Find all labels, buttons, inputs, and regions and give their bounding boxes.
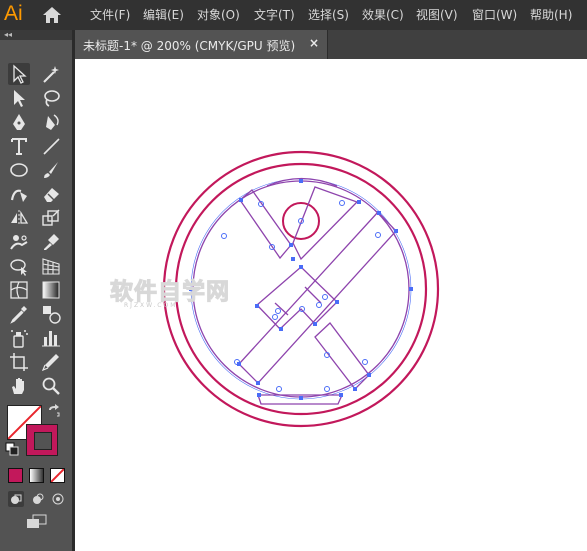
pen-tool-icon[interactable] — [8, 111, 30, 133]
line-segment-tool-icon[interactable] — [40, 135, 62, 157]
zoom-tool-icon[interactable] — [40, 375, 62, 397]
puppet-warp-tool-icon[interactable] — [8, 231, 30, 253]
document-tab-title: 未标题-1* @ 200% (CMYK/GPU 预览) — [83, 39, 296, 53]
lasso-tool-icon[interactable] — [40, 87, 62, 109]
app-logo: Ai — [4, 2, 23, 25]
default-fill-stroke-icon[interactable] — [5, 442, 19, 456]
menu-edit[interactable]: 编辑(E) — [143, 6, 184, 24]
ellipse-tool-icon[interactable] — [8, 159, 30, 181]
scale-tool-icon[interactable] — [40, 207, 62, 229]
hand-tool-icon[interactable] — [8, 375, 30, 397]
swap-fill-stroke-icon[interactable] — [46, 404, 62, 420]
slice-tool-icon[interactable] — [40, 351, 62, 373]
direct-selection-tool-icon[interactable] — [8, 87, 30, 109]
gradient-mode-button[interactable] — [29, 468, 44, 483]
type-tool-icon[interactable] — [8, 135, 30, 157]
reflect-tool-icon[interactable] — [8, 207, 30, 229]
selection-tool-icon[interactable] — [8, 63, 30, 85]
gradient-tool-icon[interactable] — [40, 279, 62, 301]
artboard-tool-icon[interactable] — [8, 351, 30, 373]
stroke-swatch[interactable] — [26, 424, 58, 456]
eyedropper-tool-icon[interactable] — [8, 303, 30, 325]
color-mode-button[interactable] — [8, 468, 23, 483]
menu-bar: Ai 文件(F) 编辑(E) 对象(O) 文字(T) 选择(S) 效果(C) 视… — [0, 0, 587, 30]
mesh-tool-icon[interactable] — [8, 279, 30, 301]
watermark-text: 软件自学网 — [110, 279, 230, 306]
shaper-tool-icon[interactable] — [8, 183, 30, 205]
draw-inside-icon[interactable] — [50, 491, 66, 507]
magic-wand-tool-icon[interactable] — [40, 63, 62, 85]
home-icon[interactable] — [42, 5, 62, 25]
menu-view[interactable]: 视图(V) — [416, 6, 458, 24]
menu-window[interactable]: 窗口(W) — [472, 6, 517, 24]
menu-file[interactable]: 文件(F) — [90, 6, 130, 24]
draw-normal-icon[interactable] — [8, 491, 24, 507]
draw-behind-icon[interactable] — [29, 491, 45, 507]
eraser-tool-icon[interactable] — [40, 183, 62, 205]
menu-select[interactable]: 选择(S) — [308, 6, 349, 24]
menu-type[interactable]: 文字(T) — [254, 6, 295, 24]
menu-effect[interactable]: 效果(C) — [362, 6, 404, 24]
paintbrush-tool-icon[interactable] — [40, 159, 62, 181]
shape-builder-tool-icon[interactable] — [8, 255, 30, 277]
screen-mode-icon[interactable] — [26, 514, 48, 530]
document-tab[interactable]: 未标题-1* @ 200% (CMYK/GPU 预览) × — [75, 30, 328, 59]
curvature-tool-icon[interactable] — [40, 111, 62, 133]
menu-help[interactable]: 帮助(H) — [530, 6, 572, 24]
blend-tool-icon[interactable] — [40, 303, 62, 325]
collapse-panel-button[interactable]: ◂◂ — [4, 30, 12, 40]
menu-object[interactable]: 对象(O) — [197, 6, 240, 24]
free-transform-tool-icon[interactable] — [40, 231, 62, 253]
document-tab-bar: 未标题-1* @ 200% (CMYK/GPU 预览) × — [75, 30, 587, 59]
close-tab-icon[interactable]: × — [309, 36, 319, 50]
watermark-subtext: RJZXW.COM — [124, 302, 178, 309]
symbol-sprayer-tool-icon[interactable] — [8, 327, 30, 349]
column-graph-tool-icon[interactable] — [40, 327, 62, 349]
perspective-grid-tool-icon[interactable] — [40, 255, 62, 277]
none-mode-button[interactable] — [50, 468, 65, 483]
